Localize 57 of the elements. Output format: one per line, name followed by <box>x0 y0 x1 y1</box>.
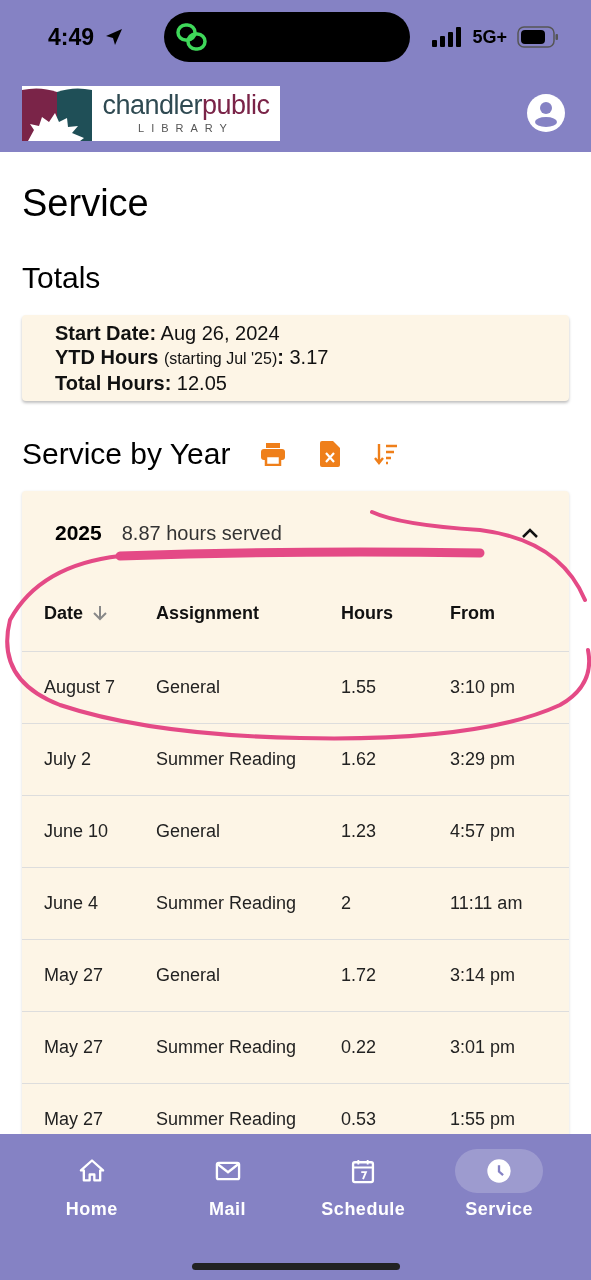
signal-icon <box>432 27 463 47</box>
table-cell-text: General <box>156 821 222 842</box>
linked-rings-icon <box>176 23 209 51</box>
total-line: Total Hours: 12.05 <box>55 371 228 395</box>
table-cell-text: August 7 <box>44 677 117 698</box>
column-header[interactable]: Hours <box>341 602 393 624</box>
table-cell-text: 11:11 am <box>450 893 524 914</box>
total-line: YTD Hours (starting Jul '25): 3.17 <box>55 345 330 370</box>
column-header[interactable]: Date <box>44 602 107 624</box>
status-time: 4:49 <box>48 23 95 51</box>
table-cell-text: 1.72 <box>341 965 378 986</box>
section-title: Totals <box>22 261 102 295</box>
network-type: 5G+ <box>472 26 507 48</box>
table-cell-text: July 2 <box>44 749 93 770</box>
logo-emblem-icon <box>22 85 92 141</box>
library-logo[interactable]: chandlerpublic LIBRARY <box>22 85 280 141</box>
table-cell-text: 1.23 <box>341 821 378 842</box>
table-cell-text: May 27 <box>44 1037 105 1058</box>
caret-icon[interactable] <box>521 527 539 539</box>
table-cell-text: 1:55 pm <box>450 1109 517 1130</box>
table-cell-text: May 27 <box>44 1109 105 1130</box>
total-line: Start Date: Aug 26, 2024 <box>55 321 281 345</box>
table-cell-text: Summer Reading <box>156 1109 298 1130</box>
table-cell-text: Summer Reading <box>156 893 298 914</box>
section-title: Service by Year <box>22 437 231 471</box>
nav-tab[interactable]: Mail <box>167 1148 288 1221</box>
clock-icon <box>485 1157 514 1185</box>
table-cell-text: General <box>156 965 222 986</box>
nav-tab[interactable]: Schedule <box>303 1148 424 1221</box>
location-arrow-icon <box>104 27 125 47</box>
table-cell-text: 3:10 pm <box>450 677 517 698</box>
nav-tab[interactable]: Service <box>439 1148 560 1221</box>
logo-wordmark: chandlerpublic <box>102 92 270 119</box>
table-cell-text: June 10 <box>44 821 110 842</box>
table-cell-text: 4:57 pm <box>450 821 517 842</box>
table-cell-text: May 27 <box>44 965 105 986</box>
table-cell-text: 3:01 pm <box>450 1037 517 1058</box>
battery-icon <box>517 26 559 48</box>
table-cell-text: General <box>156 677 222 698</box>
table-cell-text: 2 <box>341 893 352 914</box>
nav-tab[interactable]: Home <box>31 1148 152 1221</box>
column-header[interactable]: From <box>450 602 495 624</box>
logo-subtitle: LIBRARY <box>138 122 234 134</box>
table-cell-text: 3:29 pm <box>450 749 517 770</box>
table-cell-text: 1.55 <box>341 677 378 698</box>
table-cell-text: 0.22 <box>341 1037 378 1058</box>
year-label: 2025 <box>55 521 102 545</box>
table-cell-text: 1.62 <box>341 749 378 770</box>
page-title: Service <box>22 182 150 225</box>
table-cell-text: 3:14 pm <box>450 965 517 986</box>
home-icon <box>77 1157 106 1185</box>
table-cell-text: Summer Reading <box>156 749 298 770</box>
table-cell-text: Summer Reading <box>156 1037 298 1058</box>
table-cell-text: 0.53 <box>341 1109 378 1130</box>
column-header[interactable]: Assignment <box>156 602 260 624</box>
year-summary: 8.87 hours served <box>121 521 283 545</box>
table-cell-text: June 4 <box>44 893 100 914</box>
